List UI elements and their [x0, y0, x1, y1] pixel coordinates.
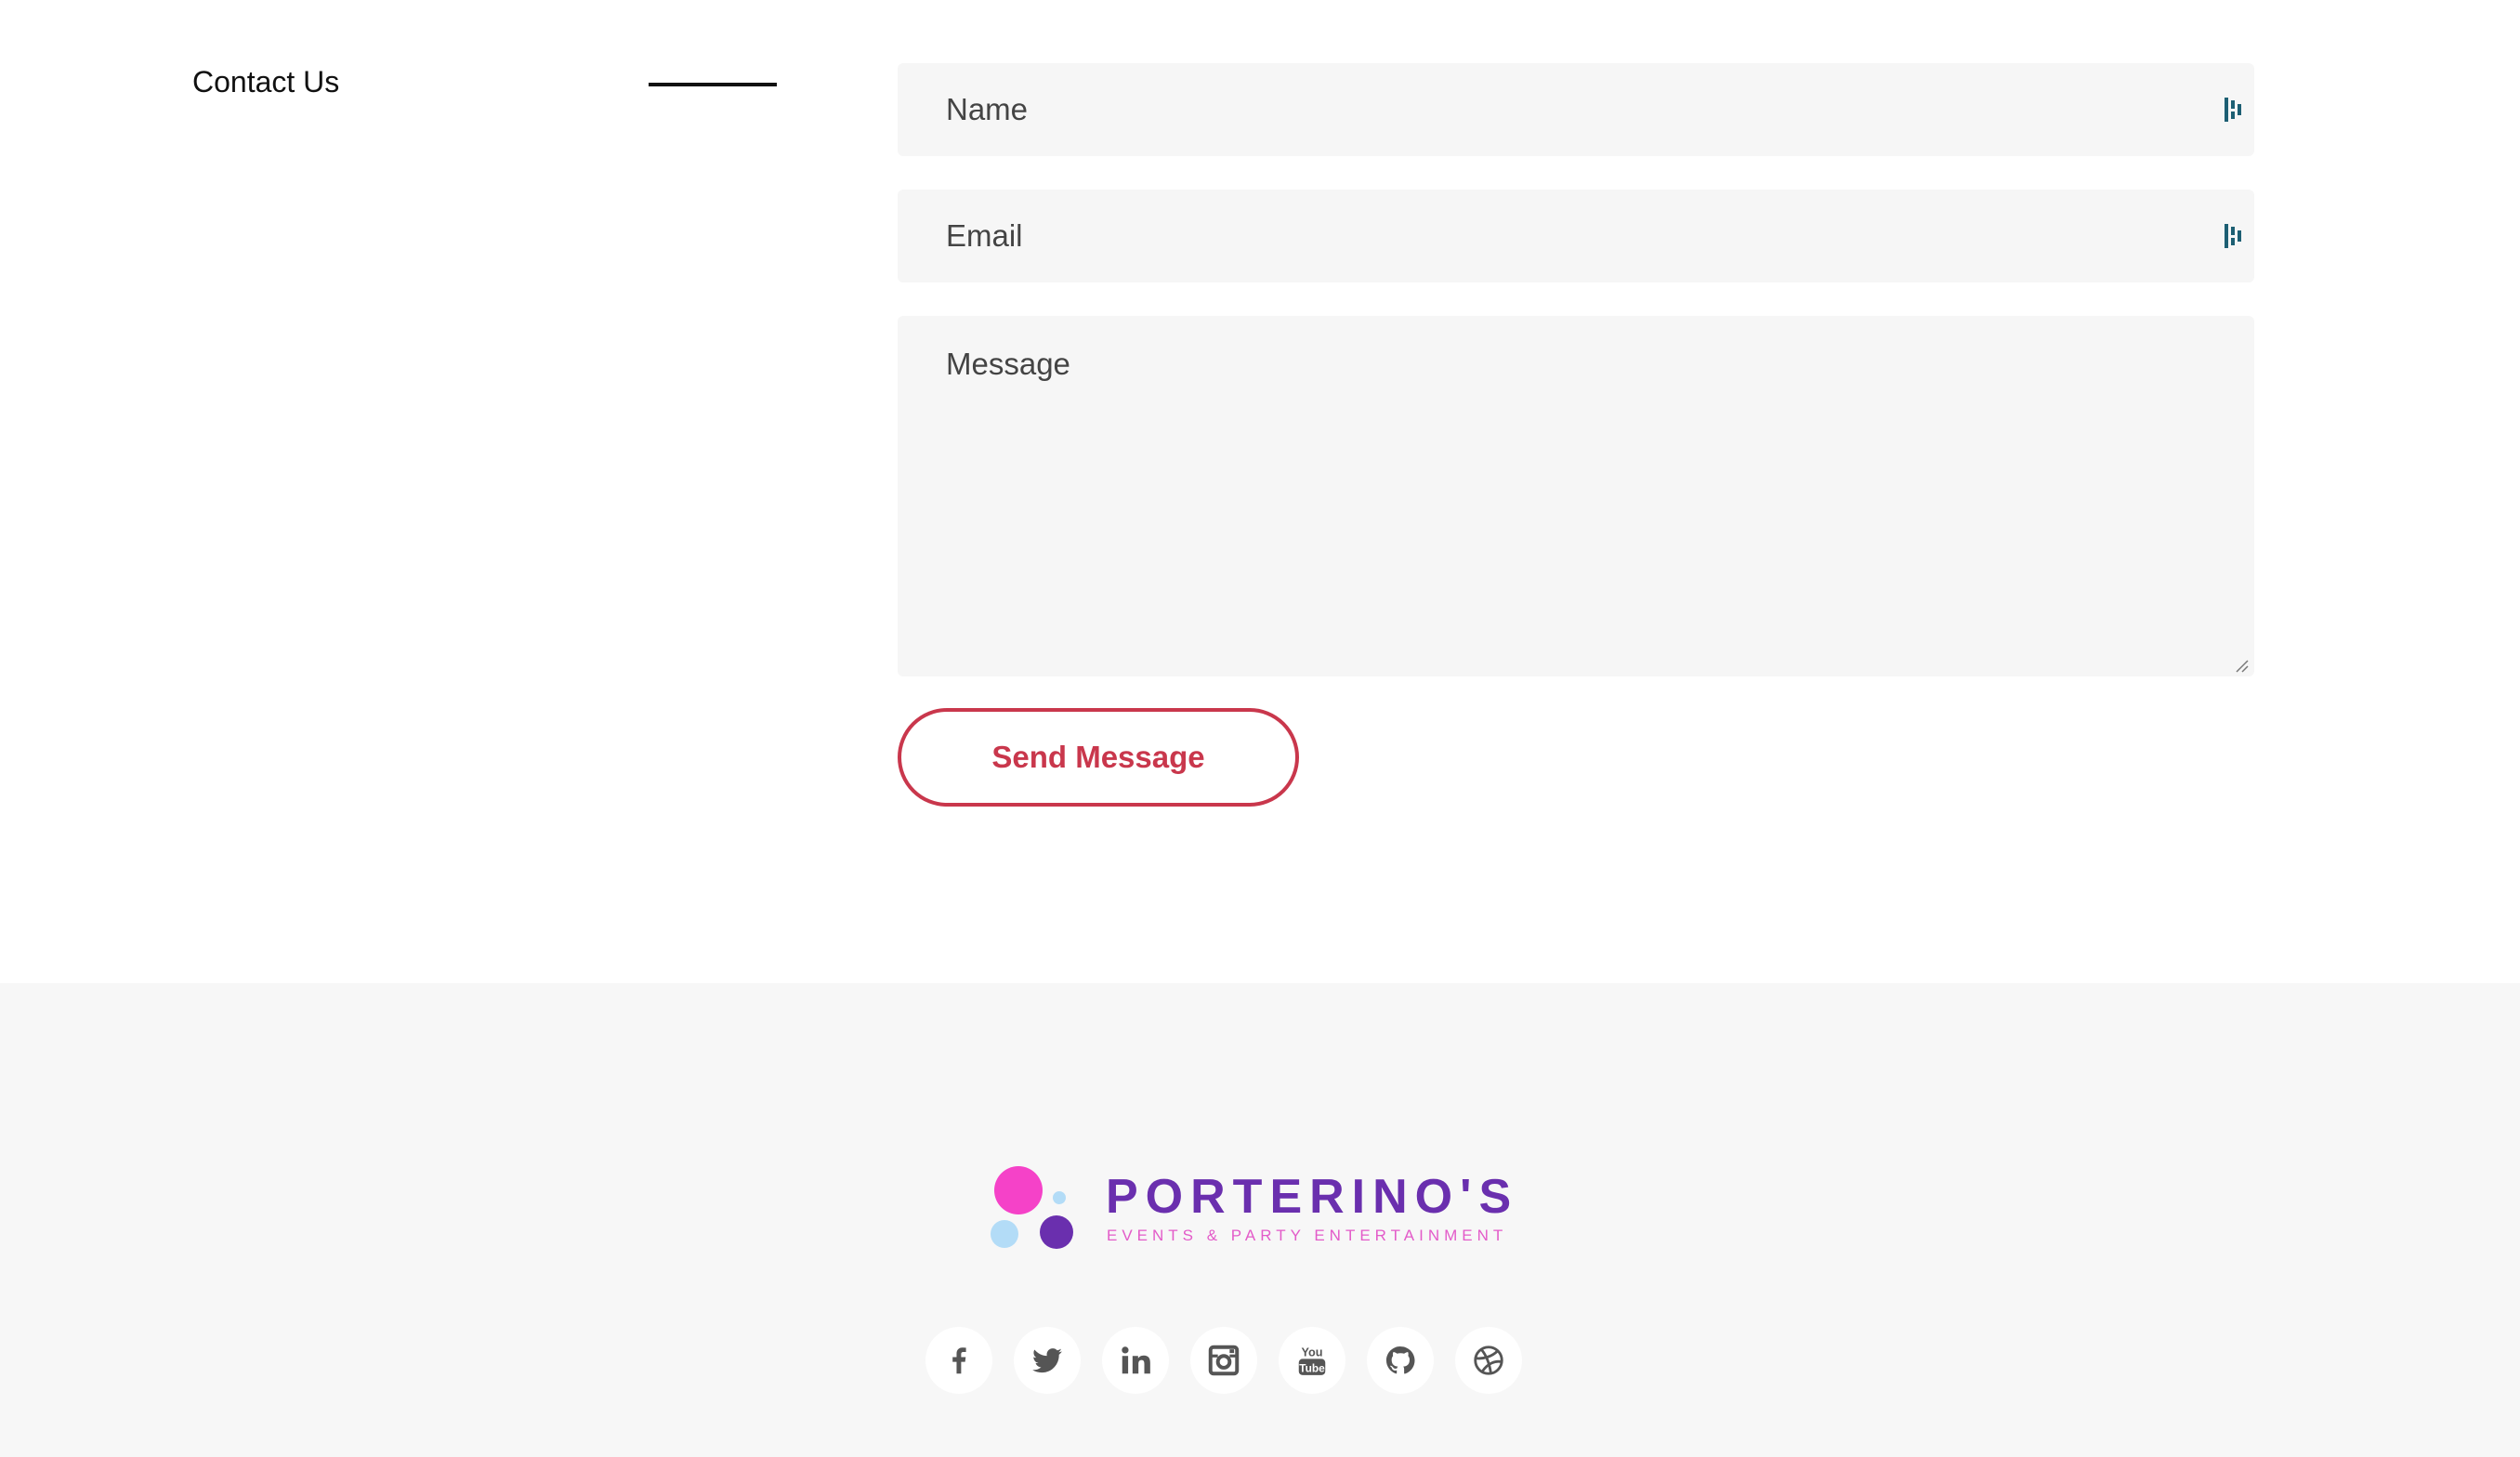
svg-text:Tube: Tube: [1299, 1362, 1325, 1375]
email-input[interactable]: [898, 190, 2254, 282]
page: Contact Us Send Message PORTERINO'S EVEN…: [0, 0, 2520, 1457]
facebook-icon: [952, 1347, 966, 1374]
instagram-link[interactable]: [1190, 1327, 1257, 1394]
instagram-icon: [1208, 1345, 1240, 1376]
facebook-link[interactable]: [925, 1327, 992, 1394]
youtube-link[interactable]: You Tube: [1279, 1327, 1345, 1394]
dribbble-icon: [1474, 1345, 1503, 1375]
dribbble-link[interactable]: [1455, 1327, 1522, 1394]
resize-handle-icon[interactable]: [2234, 658, 2249, 673]
send-message-button[interactable]: Send Message: [898, 708, 1299, 807]
github-link[interactable]: [1367, 1327, 1434, 1394]
logo-tagline: EVENTS & PARTY ENTERTAINMENT: [1107, 1227, 1508, 1244]
linkedin-icon: [1122, 1346, 1150, 1374]
twitter-icon: [1032, 1348, 1062, 1373]
message-textarea[interactable]: [898, 316, 2254, 676]
autofill-icon[interactable]: [2223, 96, 2245, 124]
heading-divider: [649, 83, 777, 86]
github-icon: [1385, 1345, 1415, 1374]
youtube-icon: You Tube: [1298, 1345, 1326, 1375]
autofill-icon[interactable]: [2223, 222, 2245, 250]
twitter-link[interactable]: [1014, 1327, 1081, 1394]
logo-name: PORTERINO'S: [1106, 1170, 1519, 1224]
svg-text:You: You: [1302, 1345, 1323, 1359]
linkedin-link[interactable]: [1102, 1327, 1169, 1394]
contact-heading: Contact Us: [192, 65, 340, 98]
name-input[interactable]: [898, 63, 2254, 156]
